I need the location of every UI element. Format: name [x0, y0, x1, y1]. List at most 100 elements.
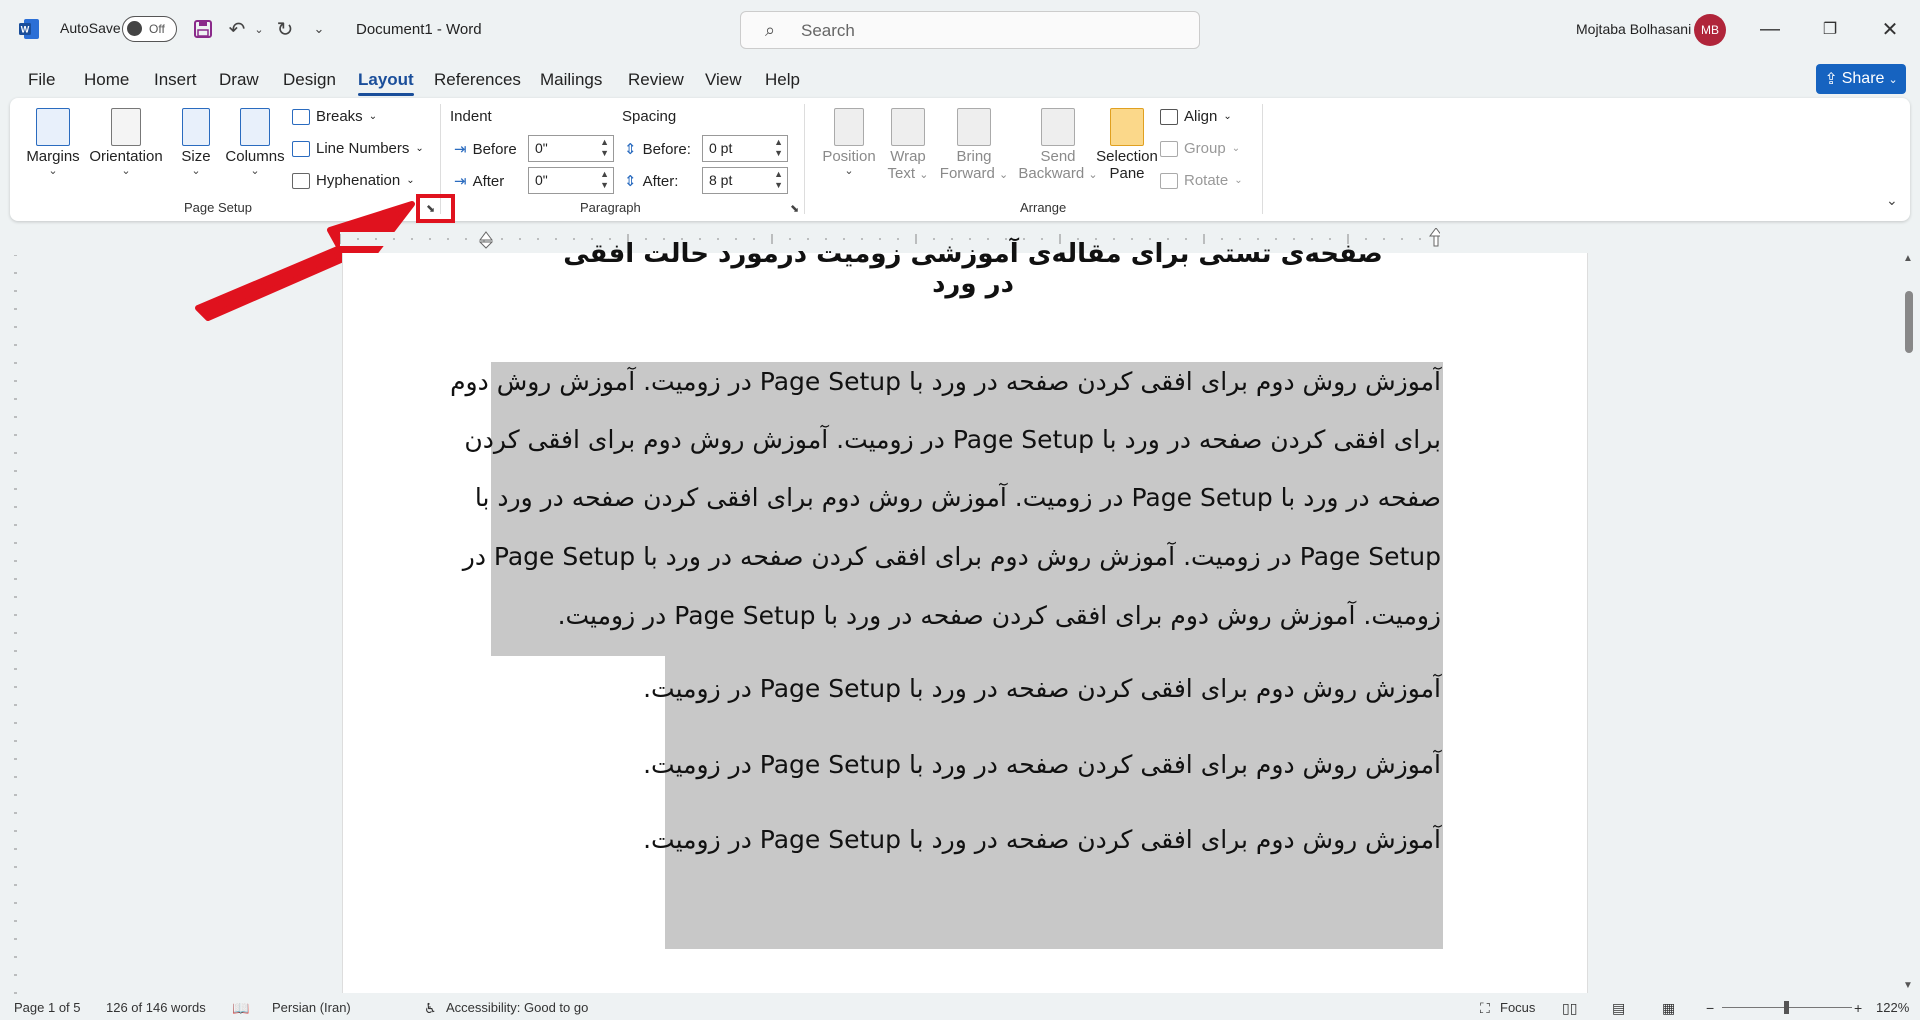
redo-icon[interactable]: ↻	[272, 16, 298, 42]
columns-button[interactable]: Columns ⌄	[222, 108, 288, 177]
customize-qa-icon[interactable]: ⌄	[306, 16, 332, 42]
print-layout-icon[interactable]: ▤	[1612, 1000, 1625, 1017]
close-icon[interactable]: ✕	[1870, 12, 1910, 46]
document-page[interactable]: صفحه‌ی تستی برای مقاله‌ی آموزشی زومیت در…	[342, 239, 1588, 993]
tab-insert[interactable]: Insert	[154, 70, 197, 90]
word-count[interactable]: 126 of 146 words	[106, 1000, 206, 1015]
spacing-before-label-row: ⇕ Before:	[624, 140, 691, 159]
restore-icon[interactable]: ❐	[1810, 12, 1850, 46]
spacing-after-input[interactable]: 8 pt ▲ ▼	[702, 167, 788, 194]
hyphenation-button[interactable]: Hyphenation ⌄	[292, 172, 415, 189]
accessibility-status[interactable]: Accessibility: Good to go	[446, 1000, 588, 1015]
line-numbers-button[interactable]: Line Numbers ⌄	[292, 140, 424, 157]
spacing-label: Spacing	[622, 108, 677, 125]
bring-forward-button[interactable]: Bring Forward ⌄	[926, 108, 1022, 182]
document-line[interactable]: صفحه در ورد با Page Setup در زومیت. آموز…	[475, 483, 1441, 512]
spinner-arrows-icon[interactable]: ▲ ▼	[600, 137, 609, 159]
undo-dropdown-icon[interactable]: ⌄	[246, 16, 272, 42]
spinner-arrows-icon[interactable]: ▲ ▼	[774, 137, 783, 159]
focus-icon[interactable]: ⛶	[1480, 1000, 1490, 1017]
scrollbar-thumb[interactable]	[1905, 291, 1913, 353]
size-label: Size	[181, 148, 211, 165]
avatar[interactable]: MB	[1694, 14, 1726, 46]
scroll-up-icon[interactable]: ▲	[1903, 253, 1913, 264]
indent-before-value: 0"	[535, 140, 548, 156]
wrap-text-label-2: Text	[887, 165, 916, 182]
size-button[interactable]: Size ⌄	[174, 108, 218, 177]
title-bar: W AutoSave Off ↶ ⌄ ↻ ⌄ Document1 - Word …	[0, 0, 1920, 60]
paragraph-launcher-icon[interactable]: ⬊	[790, 202, 804, 216]
columns-label: Columns	[225, 148, 285, 165]
document-line[interactable]: آموزش روش دوم برای افقی کردن صفحه در ورد…	[643, 674, 1441, 703]
focus-label[interactable]: Focus	[1500, 1000, 1535, 1015]
selection-pane-label-1: Selection	[1096, 148, 1158, 165]
orientation-button[interactable]: Orientation ⌄	[86, 108, 166, 177]
breaks-label: Breaks	[316, 108, 363, 125]
minimize-icon[interactable]: —	[1750, 12, 1790, 46]
bring-forward-icon	[957, 108, 991, 146]
chevron-down-icon: ⌄	[191, 165, 201, 177]
document-line[interactable]: آموزش روش دوم برای افقی کردن صفحه در ورد…	[643, 825, 1441, 854]
zoom-slider-thumb[interactable]	[1784, 1001, 1789, 1014]
user-name: Mojtaba Bolhasani	[1576, 21, 1692, 37]
read-mode-icon[interactable]: ▯▯	[1562, 1000, 1577, 1017]
document-line[interactable]: زومیت. آموزش روش دوم برای افقی کردن صفحه…	[558, 601, 1441, 630]
collapse-ribbon-icon[interactable]: ⌄	[1886, 192, 1898, 209]
divider	[1262, 104, 1263, 214]
spacing-before-input[interactable]: 0 pt ▲ ▼	[702, 135, 788, 162]
position-button[interactable]: Position ⌄	[816, 108, 882, 177]
search-box[interactable]: ⌕ Search	[740, 11, 1200, 49]
chevron-down-icon: ⌄	[250, 165, 260, 177]
document-line[interactable]: آموزش روش دوم برای افقی کردن صفحه در ورد…	[450, 367, 1441, 396]
search-icon: ⌕	[765, 20, 776, 40]
rotate-label: Rotate	[1184, 172, 1229, 189]
align-button[interactable]: Align ⌄	[1160, 108, 1232, 125]
share-button[interactable]: ⇪ Share ⌄	[1816, 64, 1906, 94]
breaks-button[interactable]: Breaks ⌄	[292, 108, 377, 125]
vertical-scrollbar[interactable]: ▲ ▼	[1900, 253, 1918, 993]
autosave-toggle[interactable]: Off	[122, 16, 177, 42]
zoom-out-icon[interactable]: −	[1706, 1000, 1714, 1016]
document-line[interactable]: برای افقی کردن صفحه در ورد با Page Setup…	[464, 425, 1441, 454]
tab-review[interactable]: Review	[628, 70, 684, 90]
rotate-button[interactable]: Rotate ⌄	[1160, 172, 1243, 189]
group-label: Group	[1184, 140, 1226, 157]
position-label: Position	[822, 148, 876, 165]
tab-design[interactable]: Design	[283, 70, 336, 90]
indent-after-input[interactable]: 0" ▲ ▼	[528, 167, 614, 194]
document-line[interactable]: Page Setup در زومیت. آموزش روش دوم برای …	[463, 542, 1441, 571]
tab-draw[interactable]: Draw	[219, 70, 259, 90]
indent-before-input[interactable]: 0" ▲ ▼	[528, 135, 614, 162]
chevron-down-icon: ⌄	[406, 175, 415, 186]
tab-mailings[interactable]: Mailings	[540, 70, 602, 90]
chevron-down-icon: ⌄	[415, 143, 424, 154]
document-line[interactable]: آموزش روش دوم برای افقی کردن صفحه در ورد…	[643, 750, 1441, 779]
chevron-down-icon: ⌄	[1888, 73, 1898, 86]
group-button[interactable]: Group ⌄	[1160, 140, 1240, 157]
wrap-text-label-1: Wrap	[890, 148, 926, 165]
save-icon[interactable]	[190, 16, 216, 42]
tab-help[interactable]: Help	[765, 70, 800, 90]
tab-view[interactable]: View	[705, 70, 742, 90]
svg-text:W: W	[21, 25, 30, 35]
zoom-in-icon[interactable]: +	[1854, 1000, 1862, 1016]
spinner-arrows-icon[interactable]: ▲ ▼	[774, 169, 783, 191]
tab-references[interactable]: References	[434, 70, 521, 90]
tab-file[interactable]: File	[28, 70, 55, 90]
zoom-level[interactable]: 122%	[1876, 1000, 1909, 1015]
page-count[interactable]: Page 1 of 5	[14, 1000, 81, 1015]
web-layout-icon[interactable]: ▦	[1662, 1000, 1675, 1017]
tab-layout[interactable]: Layout	[358, 70, 414, 96]
line-numbers-label: Line Numbers	[316, 140, 410, 157]
tab-home[interactable]: Home	[84, 70, 129, 90]
spinner-arrows-icon[interactable]: ▲ ▼	[600, 169, 609, 191]
margins-button[interactable]: Margins ⌄	[24, 108, 82, 177]
zoom-slider[interactable]	[1722, 1001, 1852, 1014]
vertical-ruler[interactable]	[4, 255, 26, 995]
selection-pane-button[interactable]: Selection Pane	[1084, 108, 1170, 182]
scroll-down-icon[interactable]: ▼	[1903, 980, 1913, 991]
document-heading[interactable]: صفحه‌ی تستی برای مقاله‌ی آموزشی زومیت در…	[563, 239, 1383, 299]
accessibility-icon[interactable]: ♿	[424, 1000, 437, 1017]
language[interactable]: Persian (Iran)	[272, 1000, 351, 1015]
proofing-icon[interactable]: 📖	[232, 1000, 249, 1017]
